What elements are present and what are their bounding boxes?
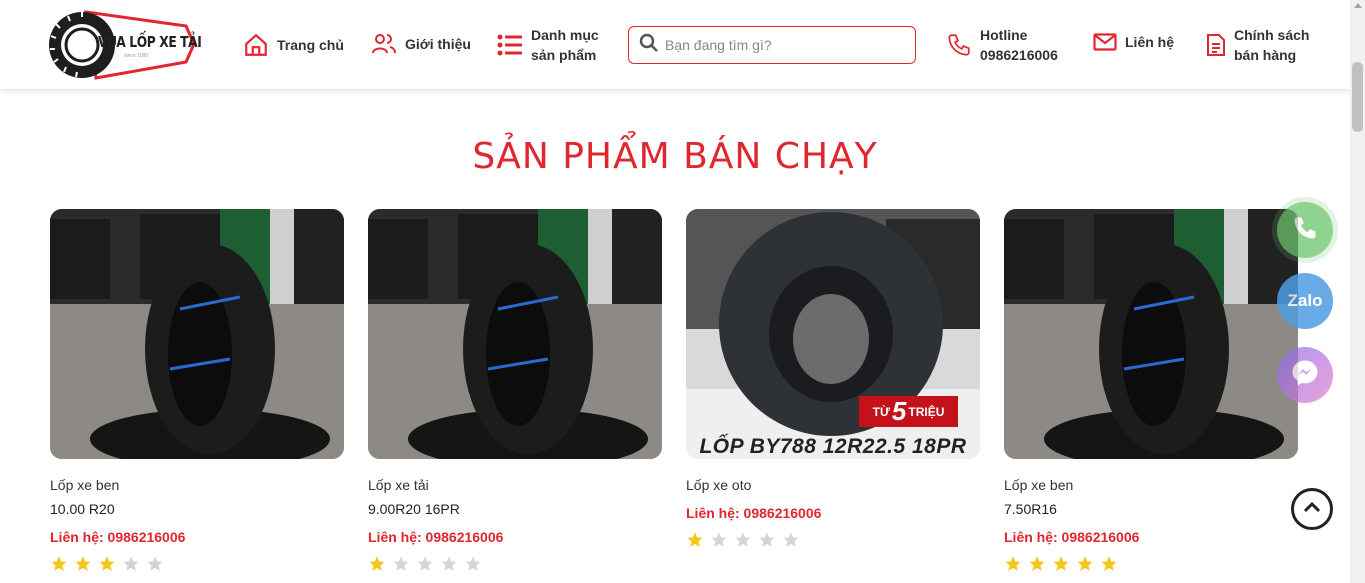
nav-home[interactable]: Trang chủ xyxy=(243,32,344,58)
star-icon xyxy=(75,556,91,571)
page: VUA LỐP XE TẢI since 1990 Trang chủ Giới… xyxy=(0,0,1365,583)
chevron-up-icon xyxy=(1303,500,1321,519)
product-image[interactable] xyxy=(50,209,344,459)
star-icon xyxy=(393,556,409,571)
star-icon xyxy=(735,532,751,547)
nav-contact-label: Liên hệ xyxy=(1125,34,1175,50)
star-icon xyxy=(1053,556,1069,571)
star-icon xyxy=(147,556,163,571)
product-contact: Liên hệ: 0986216006 xyxy=(686,505,822,521)
star-icon xyxy=(441,556,457,571)
rating-stars xyxy=(368,555,662,573)
mail-icon xyxy=(1093,33,1117,51)
logo-text: VUA LỐP XE TẢI xyxy=(98,33,202,51)
hotline-number: 0986216006 xyxy=(980,47,1058,63)
star-icon xyxy=(99,556,115,571)
phone-icon xyxy=(1291,214,1319,247)
document-icon xyxy=(1206,33,1226,57)
star-icon xyxy=(759,532,775,547)
star-icon xyxy=(783,532,799,547)
star-icon xyxy=(465,556,481,571)
product-card[interactable]: TỪ 5 TRIỆU LỐP BY788 12R22.5 18PR Lốp xe… xyxy=(686,209,980,549)
logo-subtext: since 1990 xyxy=(124,53,149,59)
product-card[interactable]: Lốp xe ben 7.50R16 Liên hệ: 0986216006 xyxy=(1004,209,1298,573)
nav-home-label: Trang chủ xyxy=(277,37,344,53)
phone-icon xyxy=(946,32,972,58)
home-icon xyxy=(243,32,269,58)
product-contact: Liên hệ: 0986216006 xyxy=(1004,529,1140,545)
star-icon xyxy=(1029,556,1045,571)
rating-stars xyxy=(686,531,980,549)
hotline-label: Hotline xyxy=(980,27,1028,43)
star-icon xyxy=(123,556,139,571)
search-icon[interactable] xyxy=(639,33,659,58)
product-size[interactable]: 7.50R16 xyxy=(1004,501,1298,517)
product-size[interactable]: 10.00 R20 xyxy=(50,501,344,517)
product-image[interactable]: TỪ 5 TRIỆU LỐP BY788 12R22.5 18PR xyxy=(686,209,980,459)
messenger-icon xyxy=(1290,358,1320,393)
scroll-thumb[interactable] xyxy=(1352,62,1363,132)
product-card[interactable]: Lốp xe ben 10.00 R20 Liên hệ: 0986216006 xyxy=(50,209,344,573)
star-icon xyxy=(711,532,727,547)
nav-category-line1: Danh mục xyxy=(531,27,599,43)
section-title: SẢN PHẨM BÁN CHẠY xyxy=(472,136,878,177)
product-name[interactable]: Lốp xe oto xyxy=(686,477,980,493)
star-icon xyxy=(687,532,703,547)
promo-prefix: TỪ xyxy=(872,404,890,419)
product-card[interactable]: Lốp xe tải 9.00R20 16PR Liên hệ: 0986216… xyxy=(368,209,662,573)
zalo-label: Zalo xyxy=(1287,291,1323,310)
scroll-up-arrow-icon[interactable] xyxy=(1354,3,1362,8)
nav-policy-label: Chính sách bán hàng xyxy=(1234,25,1309,65)
users-icon xyxy=(371,32,397,56)
site-header: VUA LỐP XE TẢI since 1990 Trang chủ Giới… xyxy=(0,0,1350,89)
star-icon xyxy=(417,556,433,571)
search-box[interactable] xyxy=(628,26,916,64)
nav-contact[interactable]: Liên hệ xyxy=(1093,32,1174,52)
nav-category-label: Danh mục sản phẩm xyxy=(531,25,599,65)
zalo-button[interactable]: Zalo xyxy=(1277,273,1333,329)
product-image[interactable] xyxy=(1004,209,1298,459)
star-icon xyxy=(1005,556,1021,571)
policy-line2: bán hàng xyxy=(1234,47,1297,63)
messenger-button[interactable] xyxy=(1277,347,1333,403)
policy-line1: Chính sách xyxy=(1234,27,1310,43)
star-icon xyxy=(51,556,67,571)
rating-stars xyxy=(50,555,344,573)
product-name[interactable]: Lốp xe tải xyxy=(368,477,662,493)
rating-stars xyxy=(1004,555,1298,573)
promo-suffix: TRIỆU xyxy=(908,404,945,419)
product-contact: Liên hệ: 0986216006 xyxy=(50,529,186,545)
product-size[interactable]: 9.00R20 16PR xyxy=(368,501,662,517)
nav-about-label: Giới thiệu xyxy=(405,36,471,52)
promo-caption: LỐP BY788 12R22.5 18PR xyxy=(699,435,967,458)
nav-hotline[interactable]: Hotline 0986216006 xyxy=(946,25,1058,65)
star-icon xyxy=(1077,556,1093,571)
list-icon xyxy=(497,34,523,56)
nav-category[interactable]: Danh mục sản phẩm xyxy=(497,25,607,65)
star-icon xyxy=(1101,556,1117,571)
back-to-top-button[interactable] xyxy=(1291,488,1333,530)
scrollbar[interactable] xyxy=(1350,0,1365,583)
product-name[interactable]: Lốp xe ben xyxy=(1004,477,1298,493)
nav-about[interactable]: Giới thiệu xyxy=(371,32,471,56)
promo-number: 5 xyxy=(891,396,907,426)
search-input[interactable] xyxy=(665,37,905,53)
call-button[interactable] xyxy=(1277,202,1333,258)
nav-category-line2: sản phẩm xyxy=(531,47,597,63)
product-name[interactable]: Lốp xe ben xyxy=(50,477,344,493)
nav-policy[interactable]: Chính sách bán hàng xyxy=(1206,25,1316,65)
star-icon xyxy=(369,556,385,571)
promo-badge: TỪ 5 TRIỆU xyxy=(859,396,958,427)
product-contact: Liên hệ: 0986216006 xyxy=(368,529,504,545)
product-image[interactable] xyxy=(368,209,662,459)
nav-hotline-label: Hotline 0986216006 xyxy=(980,25,1058,65)
